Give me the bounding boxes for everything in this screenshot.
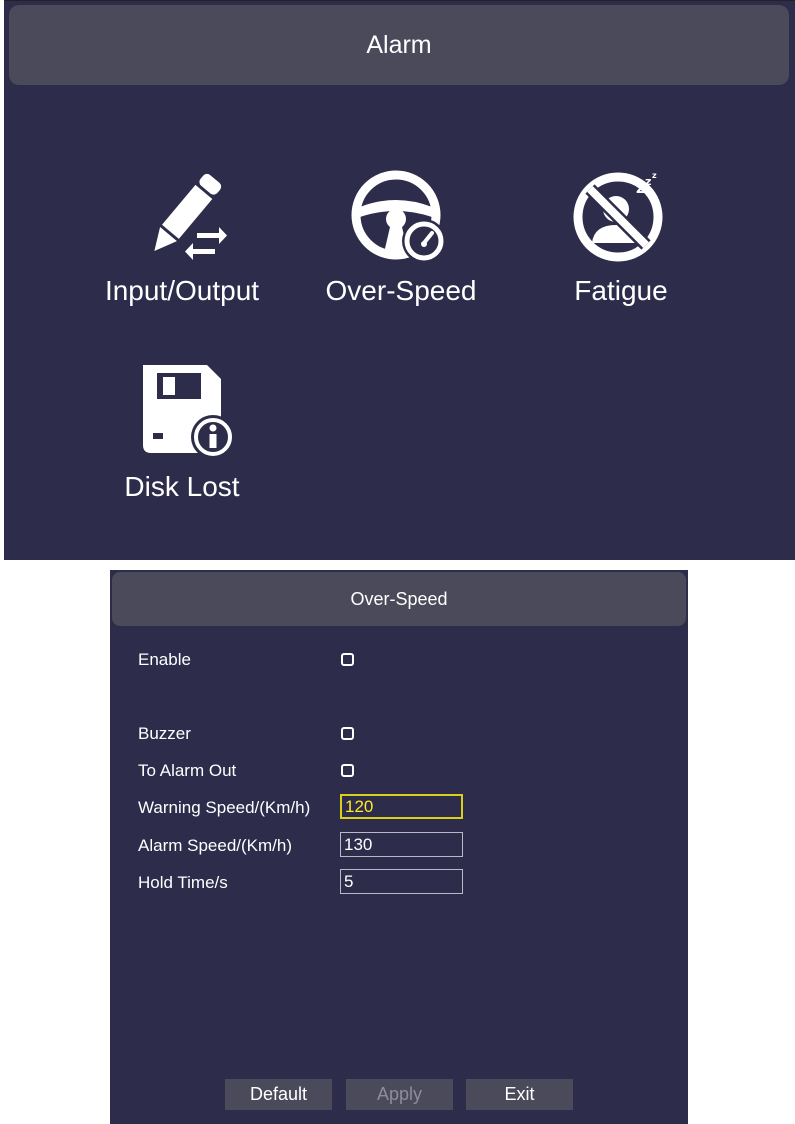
menu-item-over-speed[interactable]: Over-Speed xyxy=(306,163,496,333)
alarm-title: Alarm xyxy=(366,30,432,59)
no-sleep-icon: z z z xyxy=(566,163,676,273)
menu-item-label: Disk Lost xyxy=(124,471,240,502)
hold-time-label: Hold Time/s xyxy=(138,873,228,892)
over-speed-dialog: Over-Speed Enable Buzzer To Alarm Out Wa… xyxy=(110,570,688,1124)
to-alarm-out-label: To Alarm Out xyxy=(138,761,237,780)
pencil-arrows-icon xyxy=(127,163,237,273)
steering-wheel-speedometer-icon xyxy=(346,163,456,273)
default-button[interactable]: Default xyxy=(225,1079,332,1110)
dialog-header: Over-Speed xyxy=(112,572,686,626)
menu-item-label: Over-Speed xyxy=(325,275,477,306)
menu-item-label: Input/Output xyxy=(104,275,260,306)
menu-item-fatigue[interactable]: z z z Fatigue xyxy=(526,163,716,333)
alarm-menu-panel: Alarm Input/Output Over-Speed z z z Fati… xyxy=(4,0,795,560)
menu-item-input-output[interactable]: Input/Output xyxy=(87,163,277,333)
menu-item-disk-lost[interactable]: Disk Lost xyxy=(87,359,277,529)
svg-text:z: z xyxy=(636,179,645,197)
hold-time-input[interactable]: 5 xyxy=(340,869,463,894)
enable-checkbox[interactable] xyxy=(341,653,354,666)
menu-item-label: Fatigue xyxy=(574,275,668,306)
svg-text:z: z xyxy=(652,171,657,180)
svg-text:z: z xyxy=(645,175,651,188)
alarm-speed-input[interactable]: 130 xyxy=(340,832,463,857)
apply-button[interactable]: Apply xyxy=(346,1079,453,1110)
disk-info-icon xyxy=(127,359,237,469)
alarm-header: Alarm xyxy=(9,5,789,85)
exit-button[interactable]: Exit xyxy=(466,1079,573,1110)
warning-speed-input[interactable]: 120 xyxy=(340,794,463,819)
dialog-title: Over-Speed xyxy=(350,588,448,609)
buzzer-label: Buzzer xyxy=(138,724,191,743)
buzzer-checkbox[interactable] xyxy=(341,727,354,740)
to-alarm-out-checkbox[interactable] xyxy=(341,764,354,777)
enable-label: Enable xyxy=(138,650,191,669)
warning-speed-label: Warning Speed/(Km/h) xyxy=(138,798,311,817)
alarm-speed-label: Alarm Speed/(Km/h) xyxy=(138,836,292,855)
